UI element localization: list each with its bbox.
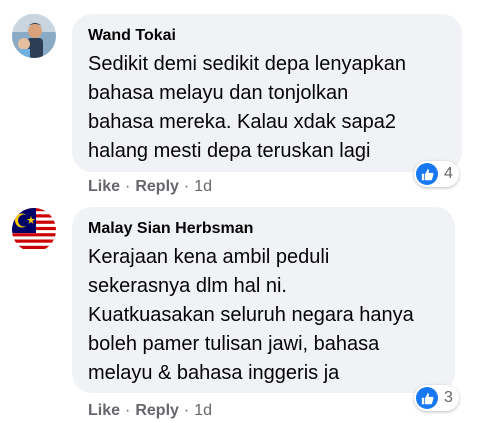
avatar[interactable] <box>12 208 56 252</box>
comment-text: Kerajaan kena ambil peduli sekerasnya dl… <box>88 246 414 384</box>
reply-link[interactable]: Reply <box>135 178 179 195</box>
avatar[interactable] <box>12 14 56 58</box>
reply-link[interactable]: Reply <box>135 402 179 419</box>
separator: · <box>125 402 131 419</box>
comment-bubble: Malay Sian Herbsman Kerajaan kena ambil … <box>72 207 455 393</box>
like-thumb-icon <box>416 163 438 185</box>
like-thumb-icon <box>416 387 438 409</box>
separator: · <box>125 178 131 195</box>
comment-text: Sedikit demi sedikit depa lenyapkan baha… <box>88 53 406 162</box>
reaction-count: 4 <box>444 165 453 182</box>
comment-bubble: Wand Tokai Sedikit demi sedikit depa len… <box>72 14 462 172</box>
comment-actions: Like · Reply · 1d <box>88 177 212 197</box>
person-photo-avatar-icon <box>12 14 56 58</box>
comment-actions: Like · Reply · 1d <box>88 401 212 421</box>
reaction-count: 3 <box>444 389 453 406</box>
separator: · <box>183 178 190 195</box>
reaction-count-badge[interactable]: 3 <box>414 385 459 411</box>
like-link[interactable]: Like <box>88 178 120 195</box>
comment-author[interactable]: Wand Tokai <box>88 26 446 46</box>
malaysia-flag-avatar-icon <box>12 208 56 252</box>
like-link[interactable]: Like <box>88 402 120 419</box>
comment-author[interactable]: Malay Sian Herbsman <box>88 219 439 239</box>
comment-time[interactable]: 1d <box>194 402 212 419</box>
reaction-count-badge[interactable]: 4 <box>414 161 459 187</box>
comment-time[interactable]: 1d <box>194 178 212 195</box>
separator: · <box>183 402 190 419</box>
